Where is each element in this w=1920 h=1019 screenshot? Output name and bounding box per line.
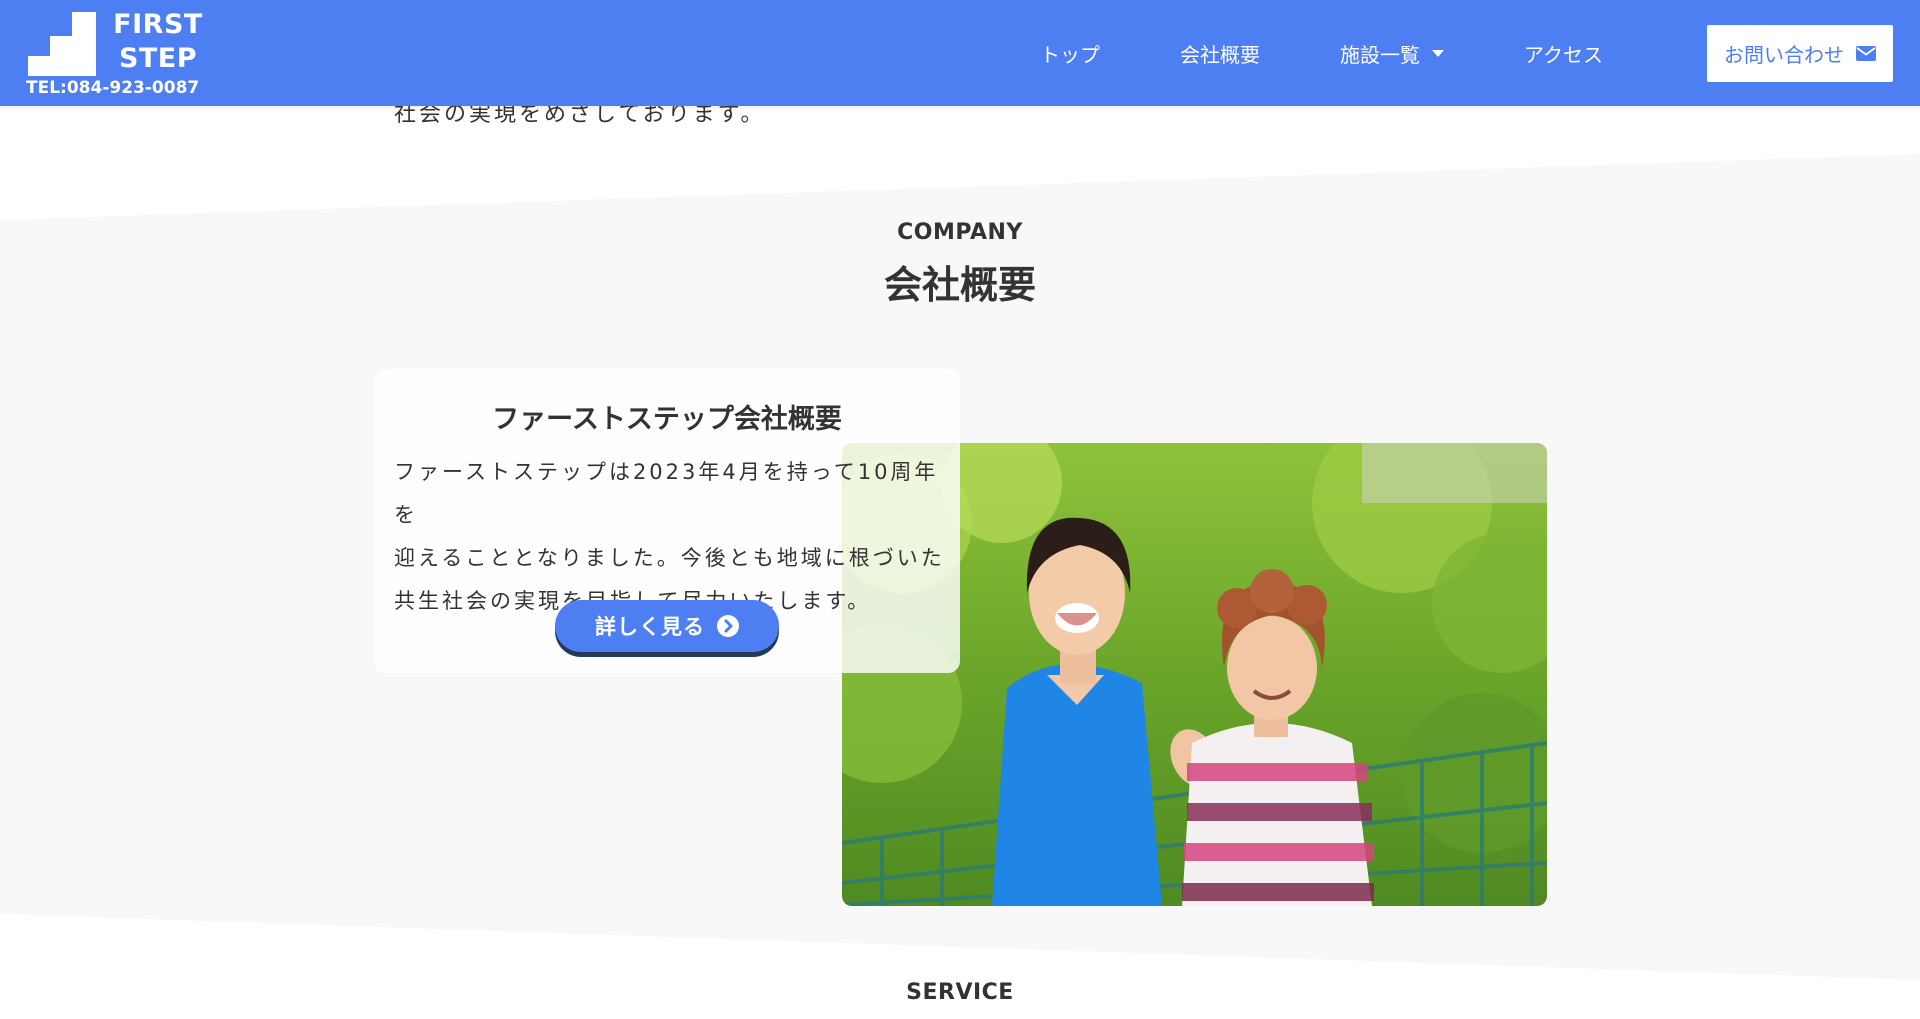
nav-item-access[interactable]: アクセス xyxy=(1524,39,1603,68)
nav-item-label: 施設一覧 xyxy=(1340,42,1420,67)
nav-item-top[interactable]: トップ xyxy=(1040,39,1100,68)
logo-line-1: FIRST xyxy=(113,9,203,40)
caret-down-icon xyxy=(1432,49,1444,57)
nav-item-label: トップ xyxy=(1040,42,1100,67)
read-more-label: 詳しく見る xyxy=(595,615,705,639)
section-title: 会社概要 xyxy=(883,263,1036,307)
nav-item-label: アクセス xyxy=(1524,42,1603,67)
site-logo[interactable]: FIRST STEP TEL:084-923-0087 xyxy=(24,8,214,104)
nav-item-label: 会社概要 xyxy=(1180,42,1260,67)
contact-button-label: お問い合わせ xyxy=(1724,43,1844,67)
section-label-en: SERVICE xyxy=(906,980,1014,1005)
chevron-circle-right-icon xyxy=(717,615,739,637)
card-text-line: 迎えることとなりました。今後とも地域に根づいた xyxy=(394,546,945,570)
envelope-icon xyxy=(1856,46,1876,61)
card-text-line: ファーストステップは2023年4月を持って10周年を xyxy=(394,460,939,527)
contact-button[interactable]: お問い合わせ xyxy=(1707,25,1893,82)
phone-number: TEL:084-923-0087 xyxy=(26,78,200,98)
card-title: ファーストステップ会社概要 xyxy=(492,404,842,435)
card-description: ファーストステップは2023年4月を持って10周年を 迎えることとなりました。今… xyxy=(394,451,946,623)
company-card: ファーストステップ会社概要 ファーストステップは2023年4月を持って10周年を… xyxy=(374,369,960,673)
nav-item-facilities[interactable]: 施設一覧 xyxy=(1340,39,1444,68)
nav-item-company[interactable]: 会社概要 xyxy=(1180,39,1260,68)
site-header: FIRST STEP TEL:084-923-0087 トップ 会社概要 施設一… xyxy=(0,0,1920,106)
logo-line-2: STEP xyxy=(118,43,198,74)
stairs-logo-icon xyxy=(28,12,96,76)
logo-wordmark: FIRST STEP xyxy=(104,8,212,76)
main-nav: トップ 会社概要 施設一覧 アクセス xyxy=(1040,0,1683,106)
section-label-en: COMPANY xyxy=(897,220,1023,245)
read-more-button[interactable]: 詳しく見る xyxy=(555,600,779,652)
